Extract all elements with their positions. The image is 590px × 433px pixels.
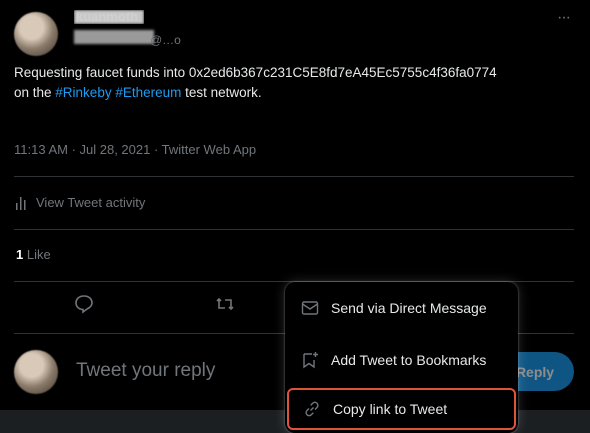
tweet-text-line2: on the #Rinkeby #Ethereum test network.: [14, 83, 580, 103]
analytics-icon: [16, 196, 26, 210]
hashtag-rinkeby[interactable]: #Rinkeby: [55, 85, 111, 100]
reply-input[interactable]: Tweet your reply: [76, 360, 215, 382]
share-menu: Send via Direct Message Add Tweet to Boo…: [285, 282, 518, 433]
likes-count[interactable]: 1 Like: [16, 247, 51, 262]
reply-avatar: [14, 350, 58, 394]
copy-link-item[interactable]: Copy link to Tweet: [287, 388, 516, 430]
tweet-text-prefix: on the: [14, 85, 56, 100]
view-activity-link[interactable]: View Tweet activity: [14, 195, 145, 210]
author-avatar[interactable]: [14, 12, 58, 56]
reply-icon[interactable]: [73, 293, 95, 315]
retweet-icon[interactable]: [214, 293, 236, 315]
more-options-icon[interactable]: ···: [557, 9, 571, 27]
tweet-timestamp[interactable]: 11:13 AM · Jul 28, 2021 · Twitter Web Ap…: [14, 142, 256, 157]
add-bookmark-item[interactable]: Add Tweet to Bookmarks: [285, 334, 518, 386]
hashtag-ethereum[interactable]: #Ethereum: [115, 85, 181, 100]
add-bookmark-label: Add Tweet to Bookmarks: [331, 352, 487, 368]
link-icon: [305, 401, 319, 417]
author-name-text: kuanmoth: [76, 9, 139, 24]
divider: [14, 229, 574, 230]
like-count-label: Like: [26, 247, 51, 262]
divider: [14, 176, 574, 177]
tweet-text: Requesting faucet funds into 0x2ed6b367c…: [14, 63, 580, 103]
like-count-value: 1: [16, 247, 24, 262]
bookmark-add-icon: [303, 352, 318, 369]
tweet-text-line1: Requesting faucet funds into 0x2ed6b367c…: [14, 65, 497, 80]
author-handle-text: @…o: [150, 33, 181, 47]
send-direct-message-item[interactable]: Send via Direct Message: [285, 282, 518, 334]
view-activity-label: View Tweet activity: [36, 195, 146, 210]
copy-link-label: Copy link to Tweet: [333, 401, 448, 417]
send-direct-message-label: Send via Direct Message: [331, 300, 487, 316]
envelope-icon: [301, 301, 319, 315]
tweet-text-suffix: test network.: [181, 85, 262, 100]
